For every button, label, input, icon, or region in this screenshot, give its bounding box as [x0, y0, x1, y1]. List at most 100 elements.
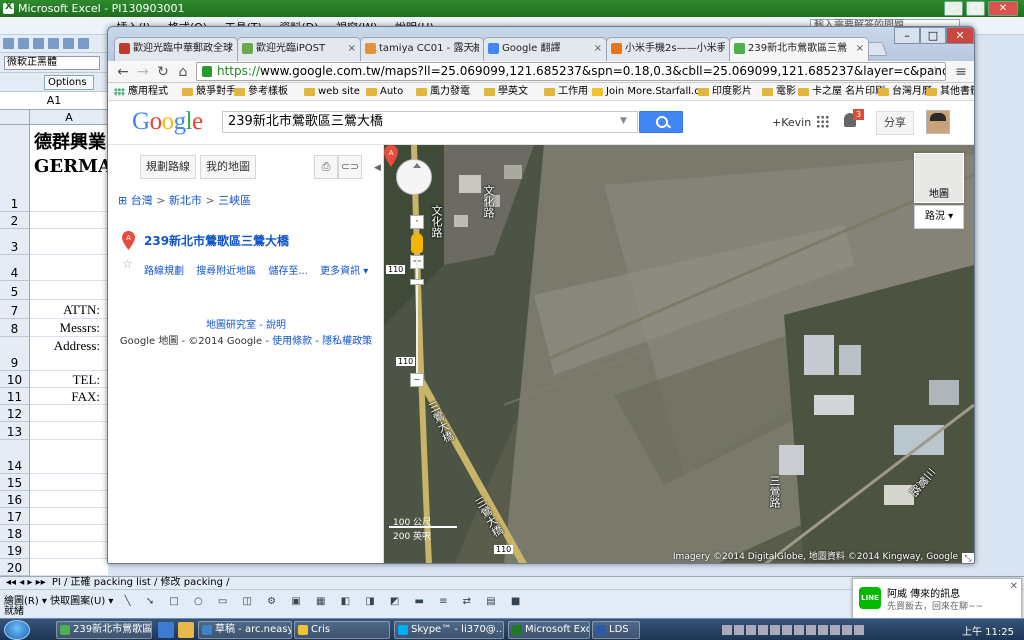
action-search-nearby[interactable]: 搜尋附近地區 [196, 266, 256, 277]
breadcrumb-new-taipei[interactable]: 新北市 [169, 194, 202, 207]
expand-icon[interactable]: ⊞ [118, 194, 131, 207]
resize-corner-icon[interactable]: ⤡ [962, 553, 974, 563]
user-plus-link[interactable]: +Kevin [772, 116, 811, 129]
tray-icon[interactable] [734, 625, 744, 635]
tray-icon[interactable] [758, 625, 768, 635]
network-icon[interactable] [854, 625, 864, 635]
row-header[interactable]: 19 [0, 542, 30, 559]
apps-grid-icon[interactable] [816, 115, 829, 128]
taskbar-item[interactable]: 草稿 - arc.neasy... [198, 621, 292, 639]
tab-close-icon[interactable]: × [225, 38, 233, 60]
gmaps-search-input[interactable]: 239新北市鶯歌區三鶯大橋 [222, 111, 638, 133]
bookmark-item[interactable]: 台灣月曆 [878, 85, 932, 99]
directions-button[interactable]: 規劃路線 [140, 155, 196, 179]
chrome-maximize-button[interactable]: □ [920, 27, 946, 44]
chrome-close-button[interactable]: ✕ [946, 27, 974, 44]
browser-tab[interactable]: 239新北市鶯歌區三鶯 × [729, 37, 869, 61]
row-header[interactable]: 8 [0, 319, 30, 337]
reload-icon[interactable]: ↻ [154, 63, 172, 81]
tray-icon[interactable] [818, 625, 828, 635]
browser-tab[interactable]: tamiya CC01 - 露天拍 × [360, 37, 484, 61]
start-button[interactable] [4, 620, 30, 640]
map-type-toggle[interactable]: 地圖 [914, 153, 964, 203]
row-header[interactable]: 11 [0, 388, 30, 405]
print-icon[interactable] [48, 38, 59, 49]
ie-icon[interactable] [158, 622, 174, 638]
explorer-icon[interactable] [178, 622, 194, 638]
back-icon[interactable]: ← [114, 63, 132, 81]
browser-tab[interactable]: 歡迎光臨iPOST × [237, 37, 361, 61]
chrome-minimize-button[interactable]: – [894, 27, 920, 44]
tray-icon[interactable] [806, 625, 816, 635]
browser-tab[interactable]: 小米手機2s——小米手 × [606, 37, 730, 61]
bookmark-item[interactable]: 印度影片 [698, 85, 752, 99]
excel-maximize-button[interactable]: □ [966, 1, 985, 16]
row-header[interactable]: 16 [0, 491, 30, 508]
action-directions[interactable]: 路線規劃 [144, 266, 184, 277]
avatar[interactable] [926, 110, 950, 134]
tab-close-icon[interactable]: × [471, 38, 479, 60]
row-header[interactable]: 14 [0, 440, 30, 474]
privacy-link[interactable]: 隱私權政策 [322, 336, 372, 347]
bookmark-item[interactable]: 電影 [762, 85, 796, 99]
place-title[interactable]: 239新北市鶯歌區三鶯大橋 [144, 232, 289, 249]
volume-icon[interactable] [842, 625, 852, 635]
sheet-nav-icon[interactable]: ◂◂ ◂ ▸ ▸▸ [6, 577, 46, 588]
bookmark-item[interactable]: Join More.Starfall.c [592, 85, 700, 99]
star-icon[interactable]: ☆ [122, 257, 133, 271]
row-header[interactable]: 7 [0, 300, 30, 319]
browser-tab[interactable]: Google 翻譯 × [483, 37, 607, 61]
taskbar-item[interactable]: 239新北市鶯歌區... [56, 621, 152, 639]
bookmark-item[interactable]: 競爭對手 [182, 85, 236, 99]
share-button[interactable]: 分享 [876, 111, 914, 135]
bookmark-item[interactable]: 其他書籤 [926, 85, 974, 99]
row-header[interactable]: 1 [0, 125, 30, 212]
bookmark-item[interactable]: web site [304, 85, 360, 99]
maps-lab-link[interactable]: 地圖研究室 - 說明 [108, 316, 384, 331]
row-header[interactable]: 17 [0, 508, 30, 525]
collapse-panel-icon[interactable]: ◀ [374, 163, 381, 173]
tray-icon[interactable] [770, 625, 780, 635]
search-button[interactable] [639, 111, 683, 133]
spell-icon[interactable] [78, 38, 89, 49]
options-button[interactable]: Options ▾ [44, 75, 94, 101]
taskbar-item[interactable]: LDS [592, 621, 640, 639]
zoom-out-button[interactable]: – [410, 373, 424, 387]
row-header[interactable]: 3 [0, 229, 30, 255]
tab-close-icon[interactable]: × [856, 38, 864, 60]
tray-icon[interactable] [830, 625, 840, 635]
preview-icon[interactable] [63, 38, 74, 49]
row-header[interactable]: 9 [0, 337, 30, 371]
excel-close-button[interactable]: ✕ [988, 1, 1018, 16]
zoom-slider[interactable] [416, 257, 418, 381]
name-box[interactable]: A1 [0, 92, 108, 110]
row-header[interactable]: 13 [0, 422, 30, 440]
zoom-slider-handle[interactable] [410, 279, 424, 285]
tray-icon[interactable] [794, 625, 804, 635]
action-more-info[interactable]: 更多資訊 ▾ [320, 266, 368, 277]
link-icon[interactable]: ⊂⊃ [338, 155, 362, 179]
sheet-tab-list[interactable]: PI / 正確 packing list / 修改 packing / [52, 577, 230, 588]
print-icon[interactable]: ⎙ [314, 155, 338, 179]
row-header[interactable]: 2 [0, 212, 30, 229]
row-header[interactable]: 10 [0, 371, 30, 388]
tab-close-icon[interactable]: × [717, 38, 725, 60]
notification-count[interactable]: 3 [853, 109, 864, 120]
row-header[interactable]: 5 [0, 281, 30, 300]
bookmark-item[interactable]: 卡之屋 名片印刷 [798, 85, 885, 99]
map-marker-a-icon[interactable]: A [384, 145, 398, 167]
row-header[interactable]: 4 [0, 255, 30, 281]
forward-icon[interactable]: → [134, 63, 152, 81]
satellite-map[interactable]: 文化路 文化路 三鶯大橋 三鶯大橋 三鶯路 三鶯路 110 110 110 · … [384, 145, 974, 563]
bookmark-item[interactable]: 工作用 [544, 85, 588, 99]
pan-control[interactable] [396, 159, 432, 195]
column-header-a[interactable]: A [30, 110, 108, 125]
tray-icon[interactable] [746, 625, 756, 635]
shape-tools-icon[interactable]: ╲ ➘ □ ○ ▭ ◫ ⚙ ▣ ▦ ◧ ◨ ◩ ▬ ≡ ⇄ ▤ ■ [125, 596, 527, 606]
row-header[interactable]: 15 [0, 474, 30, 491]
bookmark-star-icon[interactable]: ☆ [926, 63, 944, 81]
search-dropdown-icon[interactable]: ▼ [620, 116, 627, 126]
font-name-box[interactable]: 微軟正黑體 [4, 56, 100, 70]
tab-close-icon[interactable]: × [594, 38, 602, 60]
taskbar-item[interactable]: Skype™ - li370@... [394, 621, 504, 639]
